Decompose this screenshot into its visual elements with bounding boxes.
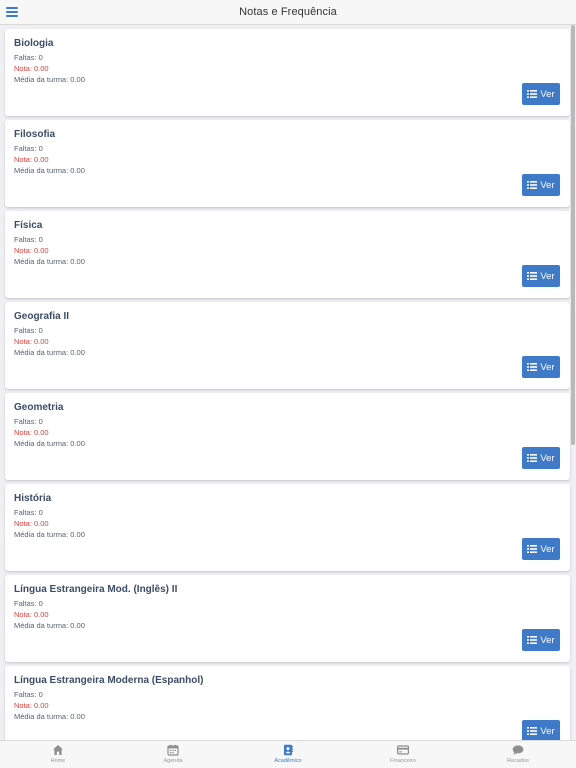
ver-button[interactable]: Ver: [522, 356, 560, 378]
nota-text: Nota: 0.00: [14, 155, 49, 164]
subject-card: Geografia II Faltas: 0 Nota: 0.00 Média …: [5, 302, 570, 389]
subject-card: História Faltas: 0 Nota: 0.00 Média da t…: [5, 484, 570, 571]
ver-button[interactable]: Ver: [522, 447, 560, 469]
subject-name: Biologia: [14, 38, 54, 49]
ver-button-label: Ver: [540, 361, 555, 373]
calendar-icon: [167, 744, 179, 756]
tab-home[interactable]: Home: [18, 744, 98, 764]
ver-button[interactable]: Ver: [522, 538, 560, 560]
media-text: Média da turma: 0.00: [14, 257, 85, 266]
subject-name: Geografia II: [14, 311, 70, 322]
ver-button-label: Ver: [540, 725, 555, 737]
ver-button[interactable]: Ver: [522, 174, 560, 196]
ver-button-label: Ver: [540, 88, 555, 100]
tab-label: Acadêmico: [274, 758, 302, 764]
media-text: Média da turma: 0.00: [14, 712, 85, 721]
tab-recados[interactable]: Recados: [478, 744, 558, 764]
nota-text: Nota: 0.00: [14, 701, 49, 710]
ver-button-label: Ver: [540, 634, 555, 646]
navigation-bar: Notas e Frequência: [0, 0, 576, 25]
nota-text: Nota: 0.00: [14, 337, 49, 346]
media-text: Média da turma: 0.00: [14, 621, 85, 630]
list-icon: [527, 545, 538, 553]
nota-text: Nota: 0.00: [14, 519, 49, 528]
subject-card: Filosofia Faltas: 0 Nota: 0.00 Média da …: [5, 120, 570, 207]
subject-list[interactable]: Biologia Faltas: 0 Nota: 0.00 Média da t…: [0, 25, 576, 740]
list-icon: [527, 272, 538, 280]
subject-card: Língua Estrangeira Moderna (Espanhol) Fa…: [5, 666, 570, 740]
nota-text: Nota: 0.00: [14, 246, 49, 255]
tab-bar: Home Agenda Acadêmico Financeiro Recados: [0, 740, 576, 768]
nota-text: Nota: 0.00: [14, 610, 49, 619]
tab-label: Agenda: [163, 758, 183, 764]
subject-card: Geometria Faltas: 0 Nota: 0.00 Média da …: [5, 393, 570, 480]
nota-text: Nota: 0.00: [14, 428, 49, 437]
list-icon: [527, 454, 538, 462]
media-text: Média da turma: 0.00: [14, 439, 85, 448]
list-icon: [527, 181, 538, 189]
faltas-text: Faltas: 0: [14, 690, 43, 699]
page-title: Notas e Frequência: [239, 6, 337, 18]
faltas-text: Faltas: 0: [14, 235, 43, 244]
ver-button[interactable]: Ver: [522, 629, 560, 651]
media-text: Média da turma: 0.00: [14, 75, 85, 84]
chat-icon: [512, 745, 524, 755]
subject-name: Língua Estrangeira Moderna (Espanhol): [14, 675, 204, 686]
ver-button-label: Ver: [540, 452, 555, 464]
faltas-text: Faltas: 0: [14, 326, 43, 335]
subject-name: Língua Estrangeira Mod. (Inglês) II: [14, 584, 178, 595]
ver-button[interactable]: Ver: [522, 720, 560, 740]
faltas-text: Faltas: 0: [14, 53, 43, 62]
faltas-text: Faltas: 0: [14, 144, 43, 153]
subject-card: Física Faltas: 0 Nota: 0.00 Média da tur…: [5, 211, 570, 298]
ver-button-label: Ver: [540, 543, 555, 555]
ver-button[interactable]: Ver: [522, 265, 560, 287]
tab-label: Financeiro: [390, 758, 416, 764]
subject-name: Geometria: [14, 402, 64, 413]
faltas-text: Faltas: 0: [14, 417, 43, 426]
ver-button-label: Ver: [540, 179, 555, 191]
scrollbar[interactable]: [571, 25, 575, 445]
ver-button-label: Ver: [540, 270, 555, 282]
media-text: Média da turma: 0.00: [14, 530, 85, 539]
tab-academico[interactable]: Acadêmico: [248, 744, 328, 764]
credit-card-icon: [397, 745, 409, 755]
subject-card: Língua Estrangeira Mod. (Inglês) II Falt…: [5, 575, 570, 662]
tab-label: Recados: [507, 758, 529, 764]
media-text: Média da turma: 0.00: [14, 166, 85, 175]
nota-text: Nota: 0.00: [14, 64, 49, 73]
list-icon: [527, 363, 538, 371]
faltas-text: Faltas: 0: [14, 508, 43, 517]
home-icon: [53, 745, 63, 755]
faltas-text: Faltas: 0: [14, 599, 43, 608]
media-text: Média da turma: 0.00: [14, 348, 85, 357]
tab-label: Home: [50, 758, 66, 764]
list-icon: [527, 636, 538, 644]
tab-financeiro[interactable]: Financeiro: [363, 744, 443, 764]
book-icon: [284, 744, 293, 756]
list-icon: [527, 90, 538, 98]
subject-name: História: [14, 493, 52, 504]
list-icon: [527, 727, 538, 735]
ver-button[interactable]: Ver: [522, 83, 560, 105]
subject-card: Biologia Faltas: 0 Nota: 0.00 Média da t…: [5, 29, 570, 116]
subject-name: Filosofia: [14, 129, 56, 140]
tab-agenda[interactable]: Agenda: [133, 744, 213, 764]
subject-name: Física: [14, 220, 43, 231]
